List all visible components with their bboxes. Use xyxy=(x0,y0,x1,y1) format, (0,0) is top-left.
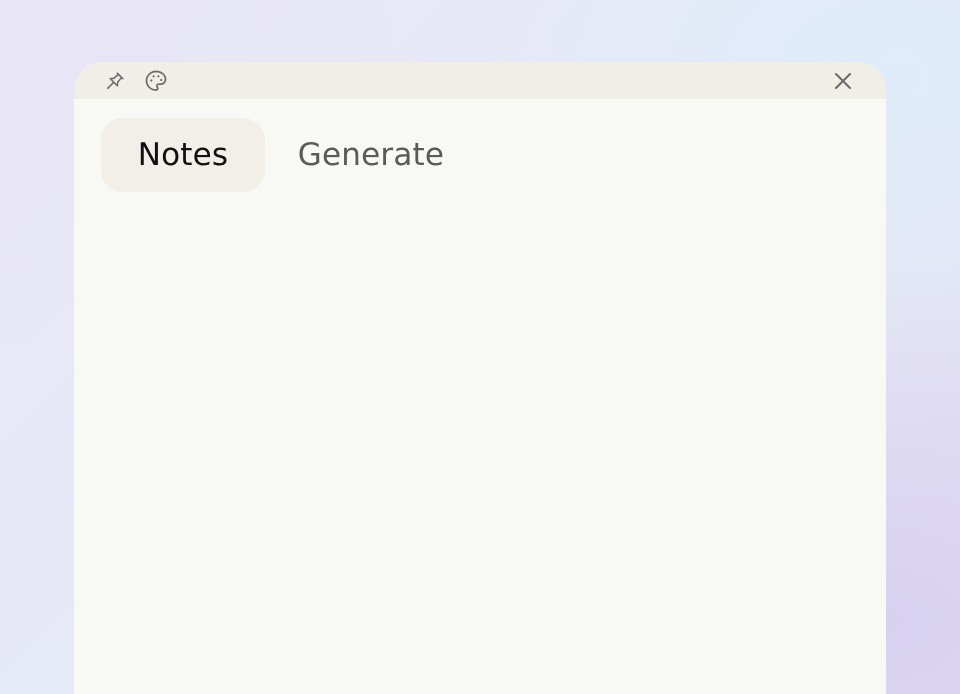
panel-titlebar xyxy=(74,62,886,99)
notes-content-area xyxy=(74,212,886,694)
tab-generate[interactable]: Generate xyxy=(291,118,451,192)
notes-panel: Notes Generate xyxy=(74,62,886,694)
close-icon[interactable] xyxy=(831,69,855,93)
palette-icon[interactable] xyxy=(144,69,168,93)
tab-notes[interactable]: Notes xyxy=(101,118,265,192)
pin-icon[interactable] xyxy=(103,69,127,93)
